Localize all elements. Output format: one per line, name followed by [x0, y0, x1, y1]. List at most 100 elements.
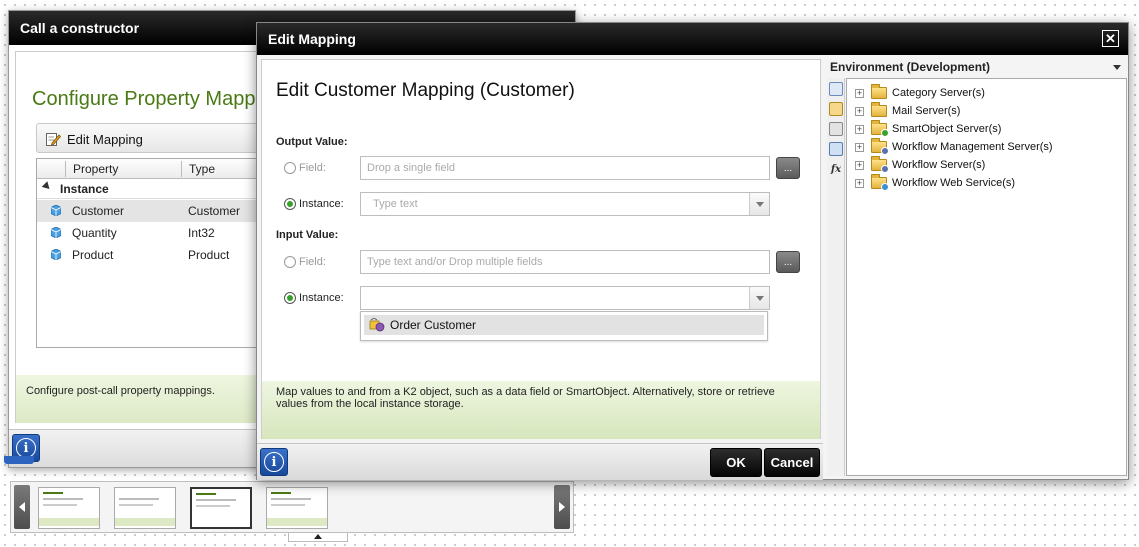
edit-mapping-dialog: Edit Mapping ✕ Edit Customer Mapping (Cu… — [256, 22, 1129, 480]
help-text: Configure post-call property mappings. — [26, 385, 215, 397]
input-value-label: Input Value: — [276, 229, 339, 241]
tree-item-label: Workflow Web Service(s) — [892, 177, 1016, 189]
settings-icon[interactable] — [829, 142, 843, 156]
dialog-button-bar: i OK Cancel — [257, 443, 823, 480]
expand-icon[interactable]: + — [855, 88, 864, 98]
tree-item-mail-servers[interactable]: + Mail Server(s) — [855, 102, 960, 120]
tree-item-workflow-management-servers[interactable]: + Workflow Management Server(s) — [855, 138, 1053, 156]
strip-toggle-tab[interactable] — [288, 533, 348, 542]
close-icon[interactable]: ✕ — [1102, 30, 1119, 47]
fields-icon[interactable] — [829, 102, 843, 116]
tree-item-category-servers[interactable]: + Category Server(s) — [855, 84, 985, 102]
expand-icon[interactable]: + — [855, 106, 864, 116]
instance-dropdown-list: Order Customer — [360, 311, 768, 341]
help-text: Map values to and from a K2 object, such… — [276, 386, 775, 410]
output-field-radio-row[interactable]: Field: — [284, 162, 326, 174]
wizard-thumbnail[interactable] — [114, 487, 176, 529]
ok-button[interactable]: OK — [710, 448, 762, 477]
output-field-label: Field: — [299, 162, 326, 174]
row-type: Customer — [188, 204, 241, 218]
row-property: Product — [72, 248, 114, 262]
workflow-server-icon — [871, 156, 889, 173]
workflow-management-server-icon — [871, 138, 889, 155]
tree-item-smartobject-servers[interactable]: + SmartObject Server(s) — [855, 120, 1001, 138]
function-icon[interactable]: fx — [829, 162, 843, 176]
tree-item-label: Workflow Management Server(s) — [892, 141, 1053, 153]
smartobject-icon[interactable] — [829, 122, 843, 136]
property-cube-icon — [51, 227, 61, 238]
dialog-title: Edit Mapping — [257, 23, 1128, 55]
column-header-property[interactable]: Property — [73, 162, 118, 176]
chevron-down-icon[interactable] — [749, 193, 769, 215]
chevron-down-icon[interactable] — [1113, 65, 1121, 70]
dialog-tab-handle[interactable] — [4, 456, 34, 464]
property-cube-icon — [51, 249, 61, 260]
info-button[interactable]: i — [260, 448, 288, 476]
expand-icon[interactable]: + — [855, 124, 864, 134]
input-field-browse-button[interactable]: ... — [776, 251, 800, 273]
output-instance-radio-row[interactable]: Instance: — [284, 198, 344, 210]
environment-tree: + Category Server(s) + Mail Server(s) + … — [846, 78, 1127, 476]
output-instance-combo[interactable]: Type text — [360, 192, 770, 216]
input-field-input[interactable]: Type text and/or Drop multiple fields — [360, 250, 770, 274]
expand-icon[interactable]: + — [855, 160, 864, 170]
wizard-thumbnail-strip — [10, 481, 574, 533]
expand-icon[interactable]: + — [855, 142, 864, 152]
group-label: Instance — [60, 182, 109, 196]
page-heading: Configure Property Mapp — [32, 88, 256, 110]
wizard-thumbnail-active[interactable] — [190, 487, 252, 529]
row-property: Customer — [72, 204, 125, 218]
mapping-editor-panel: Edit Customer Mapping (Customer) Output … — [261, 59, 821, 439]
info-icon: i — [16, 438, 36, 458]
next-page-button[interactable] — [554, 485, 570, 529]
input-instance-label: Instance: — [299, 292, 344, 304]
environment-label: Environment (Development) — [830, 60, 991, 74]
cancel-button[interactable]: Cancel — [764, 448, 820, 477]
wizard-thumbnail[interactable] — [38, 487, 100, 529]
workflow-web-service-icon — [871, 174, 889, 191]
environment-header[interactable]: Environment (Development) — [827, 59, 1127, 75]
input-field-radio-row[interactable]: Field: — [284, 256, 326, 268]
help-footer: Map values to and from a K2 object, such… — [262, 381, 820, 439]
edit-mapping-label: Edit Mapping — [67, 131, 143, 147]
tree-item-label: SmartObject Server(s) — [892, 123, 1002, 135]
edit-pencil-icon — [46, 133, 61, 146]
row-type: Int32 — [188, 226, 215, 240]
arrow-right-icon — [559, 502, 565, 512]
output-instance-label: Instance: — [299, 198, 344, 210]
arrow-up-icon — [314, 534, 322, 539]
output-field-input[interactable]: Drop a single field — [360, 156, 770, 180]
edit-mapping-button[interactable]: Edit Mapping — [45, 128, 143, 150]
input-instance-combo[interactable] — [360, 286, 770, 310]
input-field-radio[interactable] — [284, 256, 296, 268]
input-instance-radio[interactable] — [284, 292, 296, 304]
tree-item-label: Mail Server(s) — [892, 105, 961, 117]
tree-item-label: Workflow Server(s) — [892, 159, 986, 171]
instance-object-icon — [369, 318, 385, 332]
previous-page-button[interactable] — [14, 485, 30, 529]
column-header-type[interactable]: Type — [189, 162, 215, 176]
category-server-icon — [871, 84, 887, 99]
output-instance-radio[interactable] — [284, 198, 296, 210]
dropdown-option-label: Order Customer — [390, 318, 477, 332]
arrow-left-icon — [19, 502, 25, 512]
input-instance-radio-row[interactable]: Instance: — [284, 292, 344, 304]
dropdown-option[interactable]: Order Customer — [364, 315, 764, 335]
chevron-down-icon[interactable] — [749, 287, 769, 309]
wizard-thumbnail[interactable] — [266, 487, 328, 529]
input-field-label: Field: — [299, 256, 326, 268]
output-instance-placeholder: Type text — [373, 198, 418, 210]
row-property: Quantity — [72, 226, 117, 240]
output-field-browse-button[interactable]: ... — [776, 157, 800, 179]
tree-item-workflow-web-services[interactable]: + Workflow Web Service(s) — [855, 174, 1015, 192]
expand-icon[interactable]: + — [855, 178, 864, 188]
column-separator — [65, 161, 66, 177]
row-type: Product — [188, 248, 230, 262]
output-field-radio[interactable] — [284, 162, 296, 174]
property-cube-icon — [51, 205, 61, 216]
collapse-triangle-icon[interactable] — [41, 181, 53, 192]
smartobject-server-icon — [871, 120, 889, 137]
environment-icon[interactable] — [829, 82, 843, 96]
tree-item-workflow-servers[interactable]: + Workflow Server(s) — [855, 156, 985, 174]
output-value-label: Output Value: — [276, 136, 348, 148]
